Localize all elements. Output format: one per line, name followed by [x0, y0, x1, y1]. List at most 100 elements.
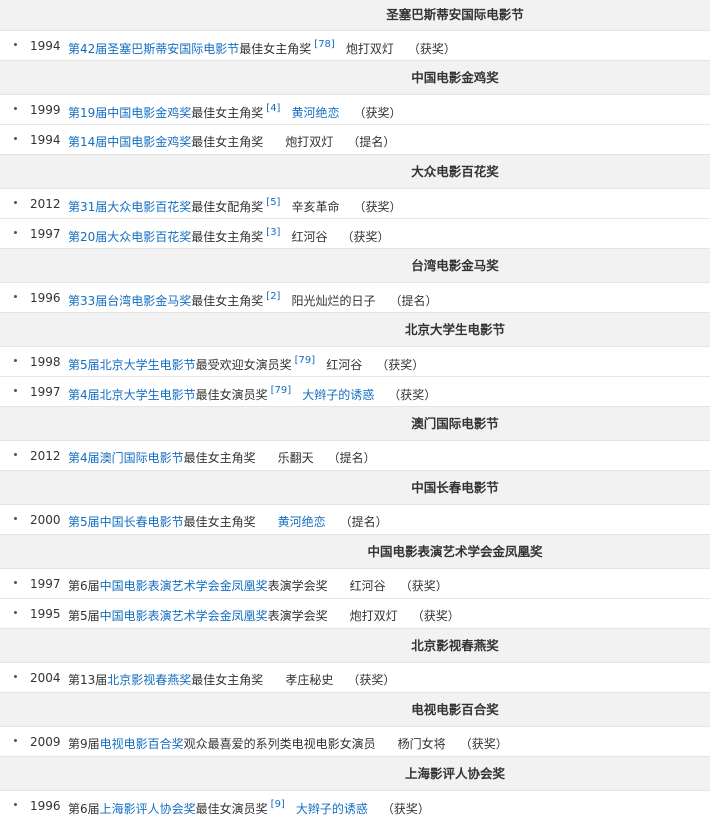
bullet-icon	[14, 803, 17, 806]
section-header: 中国电影金鸡奖	[0, 60, 710, 95]
award-text: 最佳女配角奖	[191, 200, 264, 214]
section-title: 电视电影百合奖	[411, 702, 499, 717]
award-year: 2004	[30, 671, 61, 685]
section-header: 上海影评人协会奖	[0, 756, 710, 791]
bullet-icon	[14, 389, 17, 392]
section-title: 澳门国际电影节	[411, 416, 499, 431]
award-link[interactable]: 第20届大众电影百花奖	[68, 230, 191, 244]
award-section: 北京大学生电影节 1998 第5届北京大学生电影节最受欢迎女演员奖 [79] 红河谷 （获…	[0, 312, 710, 406]
award-text: 第6届	[68, 579, 100, 593]
reference-link[interactable]: [79]	[295, 355, 316, 366]
award-text: 最佳女主角奖	[239, 42, 312, 56]
section-title: 中国电影表演艺术学会金凤凰奖	[367, 544, 543, 559]
reference-link[interactable]: [3]	[266, 227, 280, 238]
award-text: 最佳女主角奖	[191, 106, 264, 120]
award-text: 第5届	[68, 609, 100, 623]
section-header: 台湾电影金马奖	[0, 248, 710, 283]
award-row: 1999 第19届中国电影金鸡奖最佳女主角奖 [4] 黄河绝恋 （获奖）	[0, 95, 710, 125]
work-title[interactable]: 大辫子的诱惑	[302, 388, 374, 402]
bullet-icon	[14, 43, 17, 46]
award-row: 1997 第6届中国电影表演艺术学会金凤凰奖表演学会奖 红河谷 （获奖）	[0, 569, 710, 599]
reference-link[interactable]: [79]	[271, 385, 292, 396]
bullet-icon	[14, 201, 17, 204]
work-title: 红河谷	[349, 579, 386, 593]
award-text: 最佳女主角奖	[191, 135, 264, 149]
award-section: 台湾电影金马奖 1996 第33届台湾电影金马奖最佳女主角奖 [2] 阳光灿烂的日子 （提…	[0, 248, 710, 312]
award-row: 1994 第42届圣塞巴斯蒂安国际电影节最佳女主角奖 [78] 炮打双灯 （获奖）	[0, 31, 710, 60]
award-link[interactable]: 第19届中国电影金鸡奖	[68, 106, 191, 120]
section-title: 大众电影百花奖	[411, 164, 499, 179]
bullet-icon	[14, 581, 17, 584]
work-title[interactable]: 大辫子的诱惑	[296, 802, 368, 816]
award-link[interactable]: 第4届澳门国际电影节	[68, 451, 184, 465]
award-row: 1996 第33届台湾电影金马奖最佳女主角奖 [2] 阳光灿烂的日子 （提名）	[0, 283, 710, 312]
award-text: 最佳女主角奖	[191, 673, 264, 687]
section-title: 上海影评人协会奖	[404, 766, 505, 781]
award-year: 1999	[30, 103, 61, 117]
section-title: 中国电影金鸡奖	[411, 70, 499, 85]
reference-link[interactable]: [2]	[266, 291, 280, 302]
award-link[interactable]: 第42届圣塞巴斯蒂安国际电影节	[68, 42, 239, 56]
award-description: 第5届中国电影表演艺术学会金凤凰奖表演学会奖 炮打双灯 （获奖）	[68, 607, 460, 624]
award-text: 第9届	[68, 737, 100, 751]
award-section: 圣塞巴斯蒂安国际电影节 1994 第42届圣塞巴斯蒂安国际电影节最佳女主角奖 [78]…	[0, 0, 710, 60]
award-link[interactable]: 中国电影表演艺术学会金凤凰奖	[100, 609, 268, 623]
award-link[interactable]: 第31届大众电影百花奖	[68, 200, 191, 214]
award-row: 1995 第5届中国电影表演艺术学会金凤凰奖表演学会奖 炮打双灯 （获奖）	[0, 599, 710, 628]
section-header: 大众电影百花奖	[0, 154, 710, 189]
award-link[interactable]: 电视电影百合奖	[100, 737, 184, 751]
reference-link[interactable]: [78]	[314, 39, 335, 50]
award-year: 1997	[30, 385, 61, 399]
reference-link[interactable]: [4]	[266, 103, 280, 114]
award-link[interactable]: 北京影视春燕奖	[107, 673, 191, 687]
bullet-icon	[14, 675, 17, 678]
section-header: 北京影视春燕奖	[0, 628, 710, 663]
award-link[interactable]: 第14届中国电影金鸡奖	[68, 135, 191, 149]
section-title: 北京影视春燕奖	[411, 638, 499, 653]
work-title[interactable]: 黄河绝恋	[291, 106, 339, 120]
award-link[interactable]: 第5届中国长春电影节	[68, 515, 184, 529]
award-text: 最佳女主角奖	[191, 294, 264, 308]
bullet-icon	[14, 739, 17, 742]
award-link[interactable]: 中国电影表演艺术学会金凤凰奖	[100, 579, 268, 593]
award-description: 第31届大众电影百花奖最佳女配角奖 [5] 辛亥革命 （获奖）	[68, 197, 402, 215]
award-year: 2009	[30, 735, 61, 749]
section-title: 中国长春电影节	[411, 480, 499, 495]
bullet-icon	[14, 359, 17, 362]
award-description: 第5届北京大学生电影节最受欢迎女演员奖 [79] 红河谷 （获奖）	[68, 355, 424, 373]
work-title[interactable]: 黄河绝恋	[278, 515, 326, 529]
reference-link[interactable]: [9]	[271, 799, 285, 810]
award-year: 2000	[30, 513, 61, 527]
award-result: （提名）	[389, 294, 438, 308]
section-header: 中国电影表演艺术学会金凤凰奖	[0, 534, 710, 569]
work-title: 孝庄秘史	[285, 673, 334, 687]
reference-link[interactable]: [5]	[266, 197, 280, 208]
award-link[interactable]: 第5届北京大学生电影节	[68, 358, 196, 372]
award-result: （提名）	[327, 451, 376, 465]
award-text: 最受欢迎女演员奖	[195, 358, 292, 372]
award-description: 第20届大众电影百花奖最佳女主角奖 [3] 红河谷 （获奖）	[68, 227, 390, 245]
award-row: 1997 第20届大众电影百花奖最佳女主角奖 [3] 红河谷 （获奖）	[0, 219, 710, 248]
section-title: 北京大学生电影节	[404, 322, 505, 337]
award-result: （获奖）	[353, 106, 402, 120]
work-title: 炮打双灯	[349, 609, 398, 623]
award-link[interactable]: 第33届台湾电影金马奖	[68, 294, 191, 308]
bullet-icon	[14, 611, 17, 614]
award-text: 最佳女主角奖	[191, 230, 264, 244]
award-text: 最佳女演员奖	[195, 388, 268, 402]
award-section: 北京影视春燕奖 2004 第13届北京影视春燕奖最佳女主角奖 孝庄秘史 （获奖）	[0, 628, 710, 692]
award-result: （获奖）	[376, 358, 425, 372]
award-text: 观众最喜爱的系列类电视电影女演员	[183, 737, 376, 751]
award-result: （获奖）	[388, 388, 437, 402]
award-year: 1997	[30, 577, 61, 591]
award-section: 大众电影百花奖 2012 第31届大众电影百花奖最佳女配角奖 [5] 辛亥革命 （获奖） 1…	[0, 154, 710, 248]
award-section: 电视电影百合奖 2009 第9届电视电影百合奖观众最喜爱的系列类电视电影女演员 杨门女…	[0, 692, 710, 756]
award-year: 2012	[30, 197, 61, 211]
award-section: 中国长春电影节 2000 第5届中国长春电影节最佳女主角奖 黄河绝恋 （提名）	[0, 470, 710, 534]
work-title: 红河谷	[326, 358, 363, 372]
award-link[interactable]: 上海影评人协会奖	[100, 802, 196, 816]
section-title: 圣塞巴斯蒂安国际电影节	[386, 7, 524, 22]
award-result: （获奖）	[411, 609, 460, 623]
award-link[interactable]: 第4届北京大学生电影节	[68, 388, 196, 402]
award-result: （获奖）	[407, 42, 456, 56]
